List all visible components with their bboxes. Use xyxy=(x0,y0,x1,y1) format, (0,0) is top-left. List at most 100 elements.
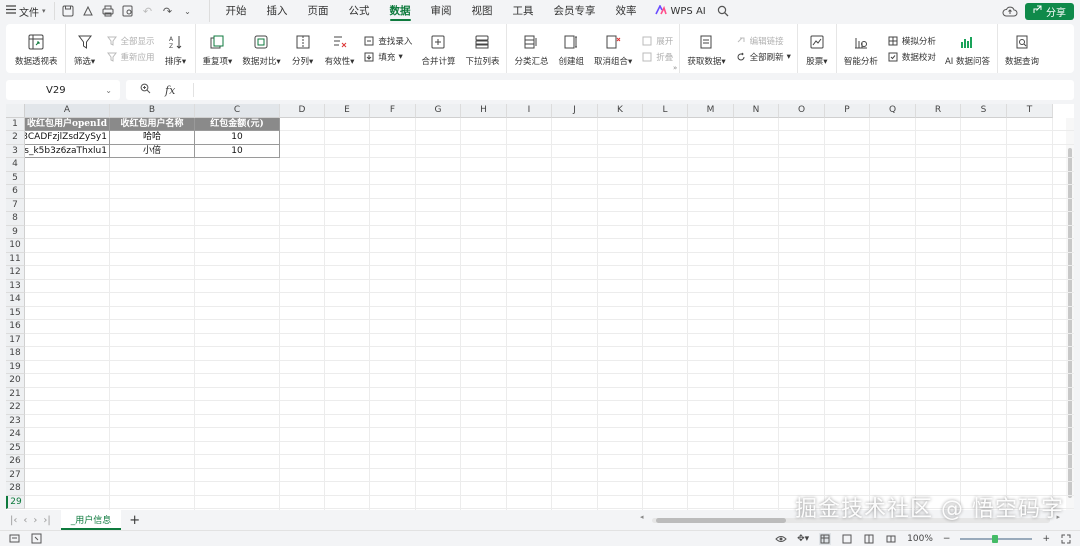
table-header-cell[interactable]: 收红包用户名称 xyxy=(110,117,195,131)
dropdown-list-button[interactable]: 下拉列表 xyxy=(460,24,504,73)
get-data-button[interactable]: 获取数据▾ xyxy=(682,24,730,73)
undo-icon[interactable]: ↶ xyxy=(139,2,157,20)
column-header-k[interactable]: K xyxy=(598,104,643,118)
row-header-22[interactable]: 22 xyxy=(6,401,25,415)
sheet-tab-user-info[interactable]: _用户信息 xyxy=(60,510,122,530)
row-header-19[interactable]: 19 xyxy=(6,360,25,374)
print-icon[interactable] xyxy=(99,2,117,20)
column-header-b[interactable]: B xyxy=(110,104,195,118)
page-break-icon[interactable] xyxy=(863,533,875,545)
tab-1[interactable]: 插入 xyxy=(257,0,298,22)
what-if-button[interactable]: 模拟分析 xyxy=(887,35,936,47)
table-cell[interactable]: 10 xyxy=(195,144,280,158)
find-entry-button[interactable]: 查找录入 xyxy=(363,35,412,47)
row-header-25[interactable]: 25 xyxy=(6,441,25,455)
wps-ai-button[interactable]: WPS AI xyxy=(647,3,714,18)
eye-icon[interactable] xyxy=(775,533,787,545)
fullscreen-icon[interactable] xyxy=(1060,533,1072,545)
reapply-button[interactable]: 重新应用 xyxy=(106,51,155,63)
column-header-f[interactable]: F xyxy=(370,104,416,118)
data-check-button[interactable]: 数据校对 xyxy=(887,51,936,63)
row-header-13[interactable]: 13 xyxy=(6,279,25,293)
column-header-m[interactable]: M xyxy=(688,104,734,118)
row-header-5[interactable]: 5 xyxy=(6,171,25,185)
column-header-s[interactable]: S xyxy=(961,104,1007,118)
scroll-left-icon[interactable]: ◂ xyxy=(640,513,644,521)
row-header-1[interactable]: 1 xyxy=(6,117,25,131)
tab-7[interactable]: 工具 xyxy=(503,0,544,22)
tab-9[interactable]: 效率 xyxy=(606,0,647,22)
name-box[interactable]: V29 ⌄ xyxy=(6,80,120,100)
tab-6[interactable]: 视图 xyxy=(462,0,503,22)
row-header-9[interactable]: 9 xyxy=(6,225,25,239)
row-header-15[interactable]: 15 xyxy=(6,306,25,320)
next-sheet-icon[interactable]: › xyxy=(33,515,37,526)
row-header-2[interactable]: 2 xyxy=(6,131,25,145)
duplicates-button[interactable]: 重复项▾ xyxy=(198,24,238,73)
tab-2[interactable]: 页面 xyxy=(298,0,339,22)
column-header-n[interactable]: N xyxy=(734,104,779,118)
print-preview-icon[interactable] xyxy=(119,2,137,20)
row-header-4[interactable]: 4 xyxy=(6,158,25,172)
page-layout-icon[interactable] xyxy=(841,533,853,545)
zoom-level[interactable]: 100% xyxy=(907,534,933,544)
group-expand-icon[interactable]: » xyxy=(673,64,677,72)
prev-sheet-icon[interactable]: ‹ xyxy=(23,515,27,526)
last-sheet-icon[interactable]: ›| xyxy=(43,515,50,526)
row-header-29[interactable]: 29 xyxy=(6,495,25,509)
smart-analysis-button[interactable]: 智能分析 xyxy=(839,24,883,73)
column-header-c[interactable]: C xyxy=(195,104,280,118)
share-button[interactable]: 分享 xyxy=(1025,2,1074,20)
data-query-button[interactable]: 数据查询 xyxy=(1000,24,1044,73)
row-header-28[interactable]: 28 xyxy=(6,482,25,496)
subtotal-button[interactable]: 分类汇总 xyxy=(509,24,553,73)
ai-data-qa-button[interactable]: AI 数据问答 xyxy=(940,24,995,73)
fill-button[interactable]: 填充 ▾ xyxy=(363,51,412,63)
zoom-slider[interactable] xyxy=(960,534,1033,543)
redo-icon[interactable]: ↷ xyxy=(159,2,177,20)
zoom-in-icon[interactable]: + xyxy=(1042,534,1050,544)
consolidate-button[interactable]: 合并计算 xyxy=(416,24,460,73)
validity-button[interactable]: 有效性▾ xyxy=(320,24,360,73)
row-header-20[interactable]: 20 xyxy=(6,374,25,388)
chevron-down-icon[interactable]: ⌄ xyxy=(179,2,197,20)
zoom-search-icon[interactable] xyxy=(140,83,151,97)
table-cell[interactable]: 10 xyxy=(195,131,280,145)
crosshair-icon[interactable]: ✥▾ xyxy=(797,533,809,545)
tab-8[interactable]: 会员专享 xyxy=(544,0,606,22)
edit-links-button[interactable]: 编辑链接 xyxy=(735,35,791,47)
row-header-17[interactable]: 17 xyxy=(6,333,25,347)
first-sheet-icon[interactable]: |‹ xyxy=(10,515,17,526)
column-header-j[interactable]: J xyxy=(552,104,598,118)
sheet-settings-icon[interactable] xyxy=(30,533,42,545)
column-header-p[interactable]: P xyxy=(825,104,870,118)
save-icon[interactable] xyxy=(59,2,77,20)
collapse-button[interactable]: 折叠 xyxy=(641,51,673,63)
column-header-r[interactable]: R xyxy=(916,104,961,118)
row-header-8[interactable]: 8 xyxy=(6,212,25,226)
row-header-3[interactable]: 3 xyxy=(6,144,25,158)
row-header-14[interactable]: 14 xyxy=(6,293,25,307)
cloud-upload-icon[interactable] xyxy=(1001,2,1019,20)
macro-icon[interactable] xyxy=(8,533,20,545)
column-header-i[interactable]: I xyxy=(507,104,552,118)
column-header-t[interactable]: T xyxy=(1007,104,1053,118)
table-header-cell[interactable]: 红包金额(元) xyxy=(195,117,280,131)
pivot-table-button[interactable]: 数据透视表 xyxy=(10,24,63,73)
column-header-d[interactable]: D xyxy=(280,104,325,118)
row-header-18[interactable]: 18 xyxy=(6,347,25,361)
row-header-27[interactable]: 27 xyxy=(6,468,25,482)
create-group-button[interactable]: 创建组 xyxy=(553,24,589,73)
file-menu-button[interactable]: 文件 ▾ xyxy=(0,0,52,22)
data-compare-button[interactable]: 数据对比▾ xyxy=(237,24,285,73)
column-header-q[interactable]: Q xyxy=(870,104,916,118)
normal-view-icon[interactable] xyxy=(819,532,832,545)
filter-button[interactable]: 筛选▾ xyxy=(68,24,102,73)
show-all-button[interactable]: 全部显示 xyxy=(106,35,155,47)
column-header-g[interactable]: G xyxy=(416,104,461,118)
row-header-24[interactable]: 24 xyxy=(6,428,25,442)
table-cell[interactable]: 哈哈 xyxy=(110,131,195,145)
search-icon[interactable] xyxy=(714,2,732,20)
zoom-out-icon[interactable]: − xyxy=(943,534,951,544)
tab-3[interactable]: 公式 xyxy=(339,0,380,22)
